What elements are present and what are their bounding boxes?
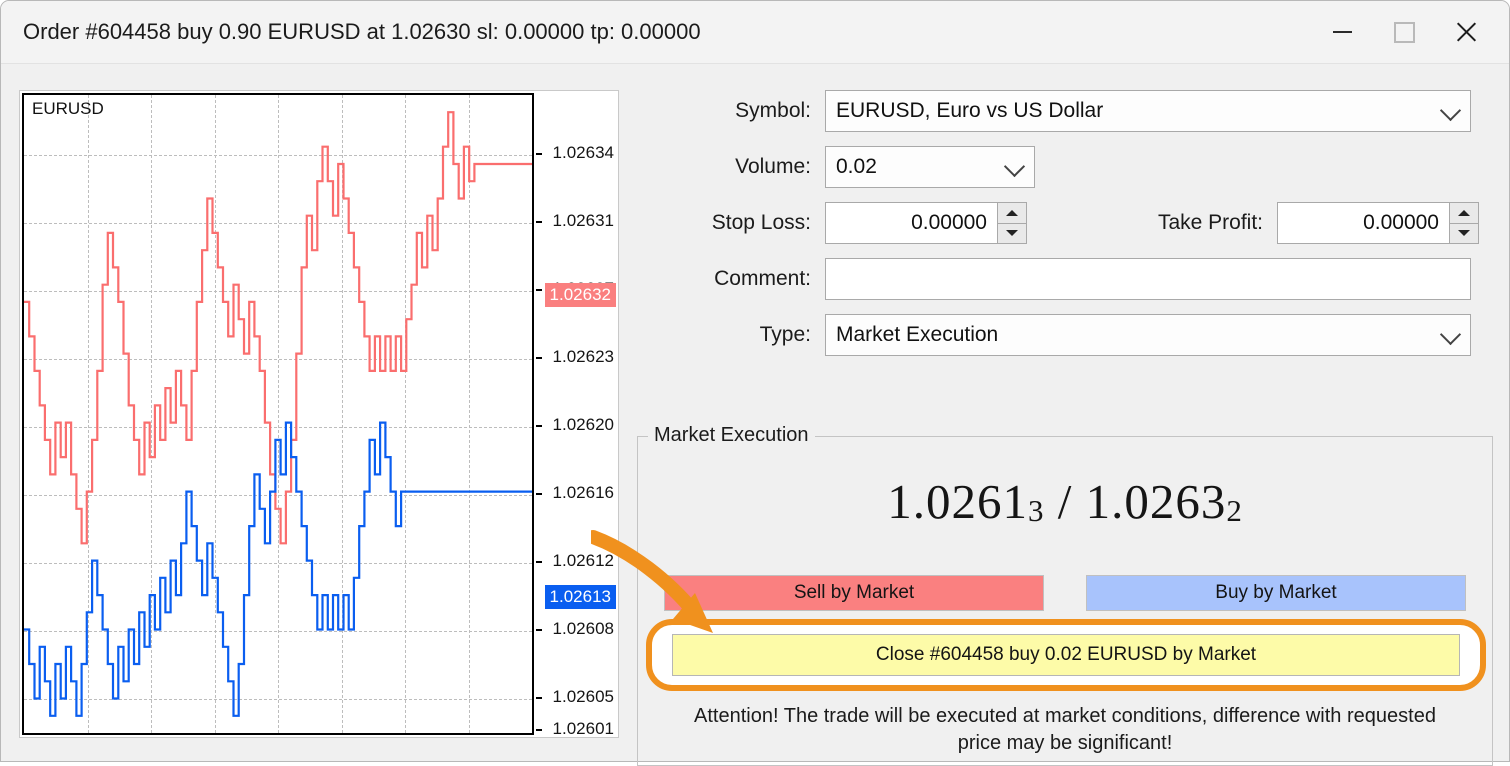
volume-label: Volume: (637, 155, 825, 179)
price-scale-label: 1.02623 (553, 347, 614, 367)
chart-price-scale: 1.02632 1.02613 1.026341.026311.026271.0… (536, 93, 618, 735)
close-window-button[interactable] (1435, 1, 1497, 63)
symbol-value: EURUSD, Euro vs US Dollar (836, 99, 1103, 123)
order-dialog-window: Order #604458 buy 0.90 EURUSD at 1.02630… (0, 0, 1510, 762)
price-scale-tick (536, 729, 542, 731)
comment-label: Comment: (637, 267, 825, 291)
price-scale-tick (536, 221, 542, 223)
comment-input[interactable] (825, 258, 1471, 300)
price-scale-label: 1.02616 (553, 483, 614, 503)
close-position-button[interactable]: Close #604458 buy 0.02 EURUSD by Market (672, 634, 1460, 676)
price-scale-tick (536, 493, 542, 495)
stop-loss-label: Stop Loss: (637, 211, 825, 235)
arrow-down-icon (1458, 230, 1470, 236)
price-scale-tick (536, 289, 542, 291)
market-execution-group-title: Market Execution (648, 424, 815, 447)
price-scale-label: 1.02634 (553, 143, 614, 163)
comment-row: Comment: (637, 258, 1493, 300)
arrow-up-icon (1458, 210, 1470, 216)
take-profit-input[interactable]: 0.00000 (1277, 202, 1449, 244)
arrow-down-icon (1006, 230, 1018, 236)
price-scale-tick (536, 153, 542, 155)
type-value: Market Execution (836, 323, 998, 347)
chevron-down-icon (1440, 324, 1461, 345)
volume-row: Volume: 0.02 (637, 146, 1493, 188)
attention-message: Attention! The trade will be executed at… (678, 703, 1452, 757)
price-scale-label: 1.02605 (553, 687, 614, 707)
take-profit-increment[interactable] (1450, 203, 1478, 224)
stop-loss-decrement[interactable] (998, 224, 1026, 244)
title-bar: Order #604458 buy 0.90 EURUSD at 1.02630… (1, 1, 1509, 64)
price-scale-label: 1.02608 (553, 619, 614, 639)
price-scale-tick (536, 357, 542, 359)
ask-price-sub: 2 (1226, 493, 1243, 528)
close-position-highlight-ring: Close #604458 buy 0.02 EURUSD by Market (646, 619, 1486, 691)
stop-loss-increment[interactable] (998, 203, 1026, 224)
price-scale-label: 1.02612 (553, 551, 614, 571)
tick-chart-panel: EURUSD 1.02632 1.02613 1.02634 1.02631 1.0… (19, 90, 619, 738)
price-scale-tick (536, 697, 542, 699)
price-scale-label: 1.02631 (553, 211, 614, 231)
chart-symbol-label: EURUSD (32, 99, 104, 119)
price-scale-tick (536, 425, 542, 427)
type-select[interactable]: Market Execution (825, 314, 1471, 356)
buy-by-market-button[interactable]: Buy by Market (1086, 575, 1466, 611)
stop-loss-spinner[interactable] (997, 202, 1027, 244)
maximize-button[interactable] (1373, 1, 1435, 63)
quote-separator: / (1058, 474, 1073, 529)
bid-price-tag: 1.02613 (545, 585, 616, 609)
sl-tp-row: Stop Loss: 0.00000 Take Profit: 0.00000 (637, 202, 1493, 244)
minimize-button[interactable] (1311, 1, 1373, 63)
bid-price-main: 1.0261 (887, 474, 1028, 529)
window-controls (1311, 1, 1509, 63)
market-execution-group: Market Execution 1.02613 / 1.02632 Sell … (637, 436, 1493, 766)
chart-plot-area[interactable]: EURUSD (22, 93, 534, 735)
take-profit-decrement[interactable] (1450, 224, 1478, 244)
bid-price-sub: 3 (1028, 493, 1045, 528)
stop-loss-input[interactable]: 0.00000 (825, 202, 997, 244)
window-title: Order #604458 buy 0.90 EURUSD at 1.02630… (23, 19, 701, 45)
order-form: Symbol: EURUSD, Euro vs US Dollar Volume… (637, 90, 1493, 370)
tick-lines-svg (24, 95, 532, 733)
type-label: Type: (637, 323, 825, 347)
price-scale-label: 1.02601 (553, 719, 614, 739)
take-profit-label: Take Profit: (1027, 211, 1277, 235)
stop-loss-stepper[interactable]: 0.00000 (825, 202, 1027, 244)
market-buttons-row: Sell by Market Buy by Market (664, 575, 1466, 611)
ask-price-tag: 1.02632 (545, 283, 616, 307)
arrow-up-icon (1006, 210, 1018, 216)
maximize-icon (1394, 22, 1415, 43)
price-scale-label: 1.02620 (553, 415, 614, 435)
price-scale-tick (536, 629, 542, 631)
price-quote: 1.02613 / 1.02632 (638, 473, 1492, 530)
volume-value: 0.02 (836, 155, 877, 179)
chevron-down-icon (1440, 100, 1461, 121)
symbol-label: Symbol: (637, 99, 825, 123)
minimize-icon (1333, 31, 1352, 33)
take-profit-spinner[interactable] (1449, 202, 1479, 244)
chevron-down-icon (1004, 156, 1025, 177)
take-profit-stepper[interactable]: 0.00000 (1277, 202, 1479, 244)
close-icon (1455, 21, 1477, 43)
symbol-select[interactable]: EURUSD, Euro vs US Dollar (825, 90, 1471, 132)
volume-select[interactable]: 0.02 (825, 146, 1035, 188)
type-row: Type: Market Execution (637, 314, 1493, 356)
sell-by-market-button[interactable]: Sell by Market (664, 575, 1044, 611)
dialog-content: EURUSD 1.02632 1.02613 1.02634 1.02631 1.0… (1, 64, 1509, 764)
symbol-row: Symbol: EURUSD, Euro vs US Dollar (637, 90, 1493, 132)
price-scale-tick (536, 561, 542, 563)
ask-price-main: 1.0263 (1086, 474, 1227, 529)
